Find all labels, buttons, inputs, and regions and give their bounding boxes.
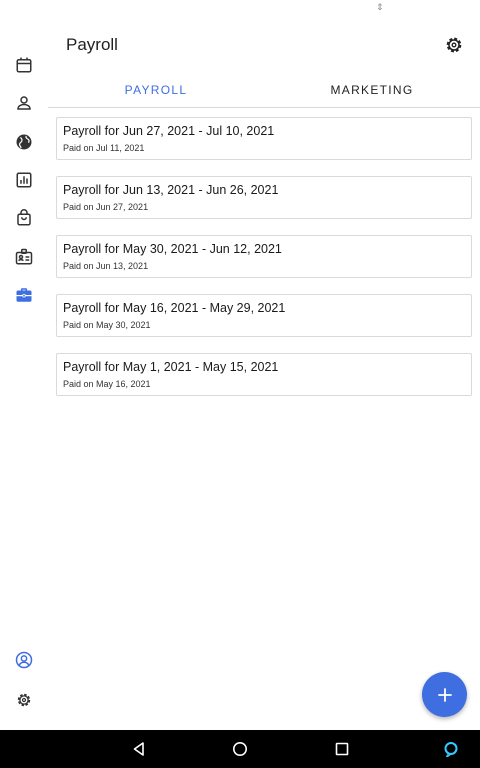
id-card-icon (15, 248, 33, 265)
page-title: Payroll (66, 35, 118, 54)
status-bar: ⇕ (0, 0, 480, 22)
payroll-paid-date: Paid on Jul 11, 2021 (63, 143, 145, 153)
system-nav-bar (0, 730, 480, 768)
plus-icon (437, 687, 452, 702)
gear-icon (17, 693, 31, 707)
tab-bar: PAYROLL MARKETING (48, 74, 480, 108)
add-payroll-button[interactable] (422, 672, 467, 717)
recents-button[interactable] (332, 739, 352, 759)
recents-icon (335, 742, 349, 756)
payroll-title: Payroll for May 16, 2021 - May 29, 2021 (63, 301, 286, 315)
home-button[interactable] (230, 739, 250, 759)
payroll-card[interactable]: Payroll for May 30, 2021 - Jun 12, 2021 … (56, 235, 472, 278)
rail-item-calendar[interactable] (10, 51, 38, 79)
home-icon (233, 742, 247, 756)
back-button[interactable] (129, 739, 149, 759)
rail-item-payroll[interactable] (10, 281, 38, 309)
payroll-title: Payroll for Jun 27, 2021 - Jul 10, 2021 (63, 124, 275, 138)
rail-item-shopping[interactable] (10, 204, 38, 232)
person-icon (17, 96, 31, 110)
assistant-button[interactable] (441, 739, 461, 759)
status-resize-glyph: ⇕ (376, 2, 384, 12)
calendar-icon (16, 57, 32, 73)
payroll-paid-date: Paid on May 30, 2021 (63, 320, 151, 330)
rail-item-account[interactable] (10, 646, 38, 674)
payroll-card[interactable]: Payroll for Jun 13, 2021 - Jun 26, 2021 … (56, 176, 472, 219)
payroll-title: Payroll for May 30, 2021 - Jun 12, 2021 (63, 242, 282, 256)
rail-item-globe[interactable] (10, 128, 38, 156)
rail-item-person[interactable] (10, 89, 38, 117)
payroll-paid-date: Paid on Jun 27, 2021 (63, 202, 149, 212)
assistant-icon (444, 742, 458, 757)
rail-item-reports[interactable] (10, 166, 38, 194)
payroll-list: Payroll for Jun 27, 2021 - Jul 10, 2021 … (56, 117, 472, 412)
tab-marketing[interactable]: MARKETING (264, 74, 480, 108)
account-circle-icon (15, 651, 33, 669)
shopping-bag-icon (17, 209, 31, 226)
back-icon (133, 742, 144, 756)
payroll-card[interactable]: Payroll for Jun 27, 2021 - Jul 10, 2021 … (56, 117, 472, 160)
gear-icon (446, 37, 462, 53)
bar-chart-icon (16, 172, 32, 188)
briefcase-icon (16, 288, 32, 302)
settings-button[interactable] (441, 32, 467, 58)
payroll-title: Payroll for May 1, 2021 - May 15, 2021 (63, 360, 279, 374)
payroll-title: Payroll for Jun 13, 2021 - Jun 26, 2021 (63, 183, 279, 197)
globe-icon (16, 134, 32, 150)
tab-payroll[interactable]: PAYROLL (48, 74, 264, 108)
payroll-paid-date: Paid on May 16, 2021 (63, 379, 151, 389)
payroll-card[interactable]: Payroll for May 16, 2021 - May 29, 2021 … (56, 294, 472, 337)
payroll-paid-date: Paid on Jun 13, 2021 (63, 261, 149, 271)
rail-item-id-card[interactable] (10, 243, 38, 271)
payroll-card[interactable]: Payroll for May 1, 2021 - May 15, 2021 P… (56, 353, 472, 396)
rail-item-settings[interactable] (10, 686, 38, 714)
nav-rail (0, 22, 48, 730)
